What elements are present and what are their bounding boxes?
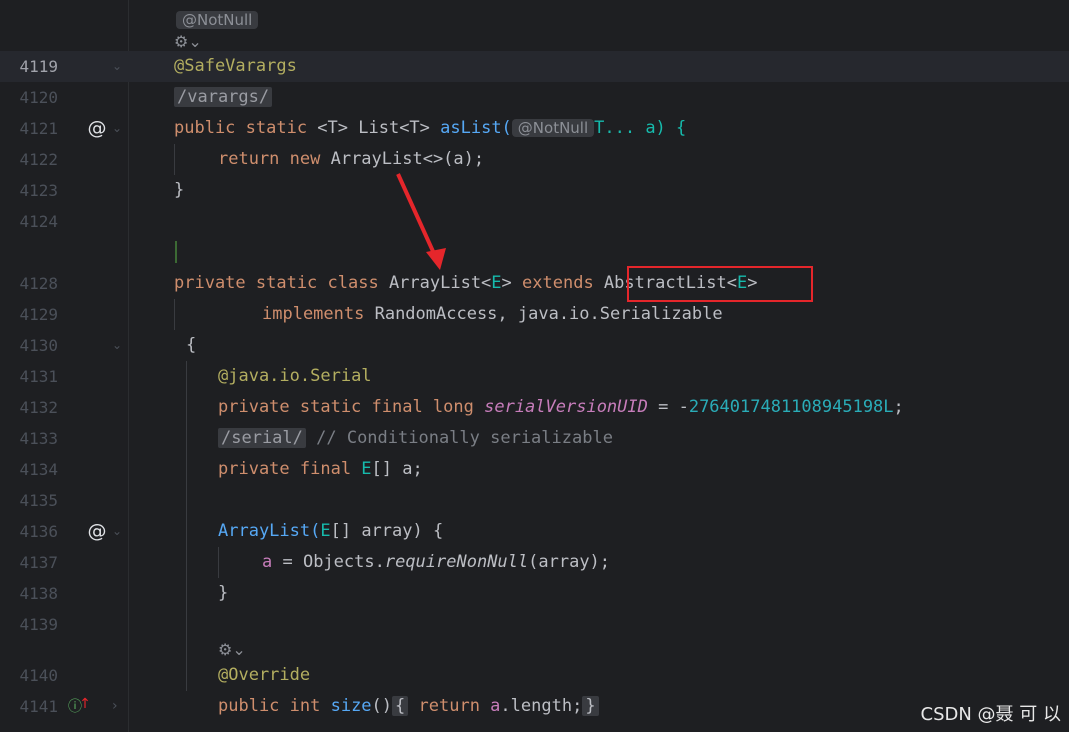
code-row: 4134 private final E[] a; bbox=[0, 454, 1069, 485]
inlay-hint[interactable]: @NotNull bbox=[511, 119, 595, 137]
line-number[interactable]: 4120 bbox=[0, 82, 58, 113]
code-row: 4124 bbox=[0, 206, 1069, 237]
line-number[interactable]: 4119 bbox=[0, 51, 58, 82]
line-number[interactable]: 4123 bbox=[0, 175, 58, 206]
code-row: 4135 bbox=[0, 485, 1069, 516]
doc-tag[interactable]: /serial/ bbox=[218, 428, 306, 448]
line-number[interactable]: 4130 bbox=[0, 330, 58, 361]
override-arrow-icon[interactable]: ↑ bbox=[74, 693, 96, 715]
indent-guide bbox=[218, 547, 219, 578]
line-number[interactable]: 4136 bbox=[0, 516, 58, 547]
code-row-current: 4119 ⌄ @SafeVarargs bbox=[0, 51, 1069, 82]
code-row: 4137 a = Objects.requireNonNull(array); bbox=[0, 547, 1069, 578]
fold-icon[interactable]: ⌄ bbox=[112, 516, 122, 547]
line-number[interactable]: 4137 bbox=[0, 547, 58, 578]
code-row: 4130 ⌄ { bbox=[0, 330, 1069, 361]
watermark: CSDN @聂 可 以 bbox=[920, 704, 1061, 725]
code-row: 4131 @java.io.Serial bbox=[0, 361, 1069, 392]
line-number[interactable]: 4128 bbox=[0, 268, 58, 299]
code-row: 4136 @ ⌄ ArrayList(E[] array) { bbox=[0, 516, 1069, 547]
constructor-name[interactable]: ArrayList( bbox=[218, 521, 320, 541]
code-row: 4128 private static class ArrayList<E> e… bbox=[0, 268, 1069, 299]
fold-icon[interactable]: ⌄ bbox=[112, 113, 122, 144]
ai-assistant-icon[interactable]: ⚙⌄ bbox=[174, 32, 202, 51]
line-number[interactable]: 4139 bbox=[0, 609, 58, 640]
implemented-at-icon[interactable]: @ bbox=[86, 520, 108, 542]
code-row: 4129 implements RandomAccess, java.io.Se… bbox=[0, 299, 1069, 330]
line-number[interactable]: 4141 bbox=[0, 691, 58, 722]
code-row: 4140 @Override bbox=[0, 660, 1069, 691]
fold-icon[interactable]: ⌄ bbox=[112, 51, 122, 82]
code-row: 4132 private static final long serialVer… bbox=[0, 392, 1069, 423]
indent-guide bbox=[186, 361, 187, 691]
line-number[interactable]: 4135 bbox=[0, 485, 58, 516]
indent-guide bbox=[174, 299, 175, 330]
inlay-hint[interactable]: @NotNull bbox=[176, 11, 259, 29]
indent-guide bbox=[174, 144, 175, 175]
line-number[interactable]: 4129 bbox=[0, 299, 58, 330]
fold-icon[interactable]: ⌄ bbox=[112, 330, 122, 361]
field-name[interactable]: serialVersionUID bbox=[484, 397, 648, 417]
line-number[interactable]: 4121 bbox=[0, 113, 58, 144]
highlight-box bbox=[627, 266, 813, 302]
line-number[interactable]: 4122 bbox=[0, 144, 58, 175]
code-row: 4121 @ ⌄ public static <T> List<T> asLis… bbox=[0, 113, 1069, 144]
code-row: 4133 /serial/ // Conditionally serializa… bbox=[0, 423, 1069, 454]
method-name[interactable]: size bbox=[331, 696, 372, 716]
line-number[interactable]: 4138 bbox=[0, 578, 58, 609]
implemented-at-icon[interactable]: @ bbox=[86, 117, 108, 139]
doc-tag[interactable]: /varargs/ bbox=[174, 87, 273, 107]
line-number[interactable]: 4132 bbox=[0, 392, 58, 423]
expand-icon[interactable]: › bbox=[112, 691, 118, 722]
line-number[interactable]: 4124 bbox=[0, 206, 58, 237]
folded-brace[interactable]: } bbox=[582, 696, 599, 716]
ai-assistant-icon[interactable]: ⚙⌄ bbox=[218, 640, 246, 659]
folded-brace[interactable]: { bbox=[392, 696, 409, 716]
annotation-arrow bbox=[396, 173, 446, 270]
line-number[interactable]: 4140 bbox=[0, 660, 58, 691]
annotation[interactable]: @SafeVarargs bbox=[174, 56, 297, 76]
text-caret bbox=[175, 241, 177, 263]
line-number[interactable]: 4133 bbox=[0, 423, 58, 454]
code-row: 4139 bbox=[0, 609, 1069, 640]
code-row: @NotNull bbox=[0, 5, 1069, 36]
line-number[interactable]: 4134 bbox=[0, 454, 58, 485]
code-row: 4122 return new ArrayList<>(a); bbox=[0, 144, 1069, 175]
code-row: 4123 } bbox=[0, 175, 1069, 206]
code-row: 4120 /varargs/ bbox=[0, 82, 1069, 113]
method-name[interactable]: asList( bbox=[440, 118, 512, 138]
code-row: 4141 ⓘ ↑ › public int size(){ return a.l… bbox=[0, 691, 1069, 722]
line-number[interactable]: 4131 bbox=[0, 361, 58, 392]
code-row: 4138 } bbox=[0, 578, 1069, 609]
